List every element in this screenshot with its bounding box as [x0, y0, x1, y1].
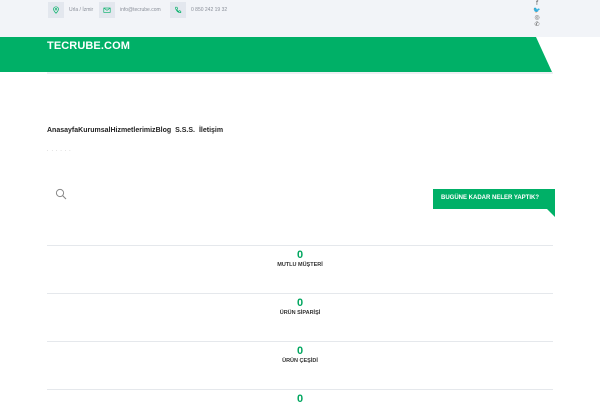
- location-text: Urla / İzmir: [69, 7, 94, 13]
- stat-value: 0: [296, 345, 304, 357]
- whatsapp-icon[interactable]: ✆: [534, 21, 539, 28]
- site-logo[interactable]: TECRUBE.COM: [47, 40, 130, 52]
- nav-item-blog[interactable]: Blog: [156, 127, 172, 134]
- main-nav: Anasayfa Kurumsal Hizmetlerimiz Blog S.S…: [47, 127, 223, 134]
- nav-item-hizmetlerimiz[interactable]: Hizmetlerimiz: [110, 127, 155, 134]
- phone-info[interactable]: 0 850 242 19 32: [170, 1, 227, 19]
- email-link[interactable]: info@tecrube.com: [120, 7, 161, 13]
- stats-divider: [47, 389, 553, 390]
- email-info[interactable]: info@tecrube.com: [99, 1, 161, 19]
- search-icon[interactable]: [55, 188, 67, 200]
- nav-item-sss[interactable]: S.S.S.: [175, 127, 195, 134]
- stat-label: ÜRÜN ÇEŞİDİ: [282, 358, 318, 364]
- instagram-icon[interactable]: ◎: [534, 14, 539, 21]
- header-divider: [47, 72, 553, 74]
- stat-value: 0: [296, 297, 304, 309]
- nav-item-kurumsal[interactable]: Kurumsal: [78, 127, 110, 134]
- stat-label: MUTLU MÜŞTERİ: [277, 262, 323, 268]
- nav-item-anasayfa[interactable]: Anasayfa: [47, 127, 78, 134]
- achievements-button[interactable]: BUGÜNE KADAR NELER YAPTIK?: [433, 189, 555, 217]
- map-pin-icon: [48, 2, 64, 18]
- achievements-button-label: BUGÜNE KADAR NELER YAPTIK?: [440, 195, 539, 201]
- social-links: f 🐦 ◎ ✆: [533, 0, 541, 28]
- twitter-icon[interactable]: 🐦: [533, 7, 540, 14]
- stats-divider: [47, 245, 553, 246]
- stats-divider: [47, 341, 553, 342]
- phone-icon: [170, 2, 186, 18]
- facebook-icon[interactable]: f: [536, 0, 538, 7]
- stats-divider: [47, 293, 553, 294]
- stat-value: 0: [296, 393, 304, 405]
- top-bar: Urla / İzmir info@tecrube.com 0 850 242 …: [0, 0, 600, 37]
- breadcrumb: · · · · · ·: [47, 148, 72, 153]
- phone-link[interactable]: 0 850 242 19 32: [191, 7, 227, 13]
- nav-item-iletisim[interactable]: İletişim: [199, 127, 223, 134]
- location-info: Urla / İzmir: [48, 1, 93, 19]
- mail-icon: [99, 2, 115, 18]
- stat-label: ÜRÜN SİPARİŞİ: [279, 310, 321, 316]
- stat-value: 0: [296, 249, 304, 261]
